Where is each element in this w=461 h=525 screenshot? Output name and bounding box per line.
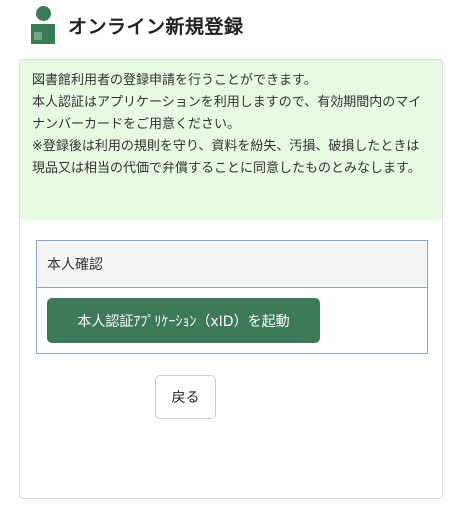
back-button[interactable]: 戻る xyxy=(155,375,216,419)
registration-card: 図書館利用者の登録申請を行うことができます。 本人認証はアプリケーションを利用し… xyxy=(19,59,443,499)
verification-heading: 本人確認 xyxy=(37,241,427,288)
notice-line: 図書館利用者の登録申請を行うことができます。 xyxy=(32,73,317,88)
launch-xid-app-button[interactable]: 本人認証ｱﾌﾟﾘｹｰｼｮﾝ（xID）を起動 xyxy=(47,298,320,343)
page-header: オンライン新規登録 xyxy=(31,5,244,45)
notice-line: ※登録後は利用の規則を守り、資料を紛失、汚損、破損したときは現品又は相当の代価で… xyxy=(32,139,421,176)
notice-line: 本人認証はアプリケーションを利用しますので、有効期間内のマイナンバーカードをご用… xyxy=(32,95,422,132)
notice-box: 図書館利用者の登録申請を行うことができます。 本人認証はアプリケーションを利用し… xyxy=(20,60,442,220)
page-title: オンライン新規登録 xyxy=(68,15,244,38)
identity-verification-panel: 本人確認 本人認証ｱﾌﾟﾘｹｰｼｮﾝ（xID）を起動 xyxy=(36,240,428,354)
user-icon xyxy=(31,6,55,44)
